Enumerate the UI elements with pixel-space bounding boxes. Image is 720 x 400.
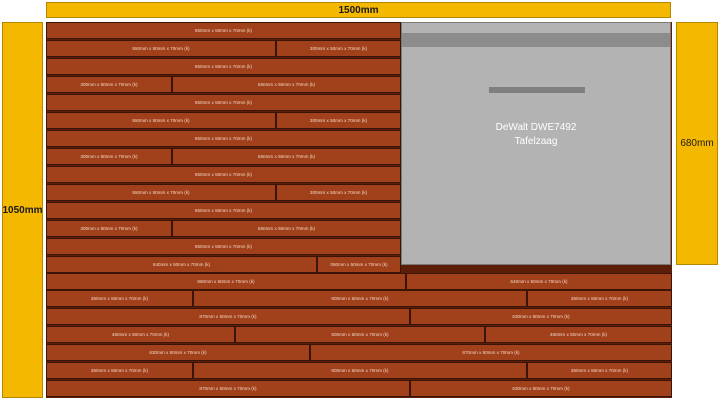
plank-label: 300mm x 50mm x 70mm (k) [309,118,368,123]
plank-label: 300mm x 50mm x 70mm (k) [80,154,138,159]
plank-label: 550mm x 50mm x 70mm (k) [132,118,190,123]
plank: 350mm x 50mm x 70mm (k) [46,362,193,379]
plank-label: 450mm x 50mm x 70mm (k) [549,332,608,337]
plank: 850mm x 50mm x 70mm (k) [46,130,401,147]
plank: 350mm x 50mm x 70mm (k) [527,290,672,307]
plank: 870mm x 50mm x 70mm (k) [310,344,672,361]
plank: 630mm x 50mm x 70mm (k) [410,308,672,325]
plank: 870mm x 50mm x 70mm (k) [46,308,410,325]
width-dimension-label: 1500mm [338,4,379,16]
width-dimension-bar: 1500mm [46,2,671,18]
plank: 630mm x 50mm x 70mm (k) [410,380,672,397]
plank: 550mm x 50mm x 70mm (k) [46,184,276,201]
plank-label: 350mm x 50mm x 70mm (k) [90,296,149,301]
plank-label: 600mm x 50mm x 70mm (k) [331,332,389,337]
plank-label: 850mm x 50mm x 70mm (k) [194,172,253,177]
plank-label: 550mm x 50mm x 70mm (k) [257,226,316,231]
plank: 300mm x 50mm x 70mm (k) [46,220,172,237]
saw-fence [402,33,670,47]
plank: 550mm x 50mm x 70mm (k) [172,220,401,237]
plank-label: 850mm x 50mm x 70mm (k) [194,208,253,213]
plank: 850mm x 50mm x 70mm (k) [46,58,401,75]
plank: 850mm x 50mm x 70mm (k) [46,238,401,255]
saw-blade-slot [489,87,585,93]
plank-label: 630mm x 50mm x 70mm (k) [512,386,570,391]
plank: 550mm x 50mm x 70mm (k) [172,148,401,165]
plank-label: 450mm x 50mm x 70mm (k) [111,332,170,337]
plank-label: 870mm x 50mm x 70mm (k) [462,350,520,355]
plank-label: 870mm x 50mm x 70mm (k) [199,314,257,319]
plank-label: 850mm x 50mm x 70mm (k) [194,28,253,33]
height-dimension-bar: 1050mm [2,22,43,398]
plank: 060mm x 50mm x 70mm (k) [317,256,401,273]
plank-label: 850mm x 50mm x 70mm (k) [194,64,253,69]
plank-label: 860mm x 50mm x 70mm (k) [197,279,255,284]
plank: 350mm x 50mm x 70mm (k) [527,362,672,379]
plank: 450mm x 50mm x 70mm (k) [485,326,672,343]
plank: 300mm x 50mm x 70mm (k) [276,40,401,57]
plank-label: 550mm x 50mm x 70mm (k) [257,82,316,87]
saw-depth-dimension-bar: 680mm [676,22,718,265]
plank-label: 350mm x 50mm x 70mm (k) [570,296,629,301]
plank-label: 060mm x 50mm x 70mm (k) [330,262,388,267]
plank: 550mm x 50mm x 70mm (k) [46,112,276,129]
plank-label: 550mm x 50mm x 70mm (k) [257,154,316,159]
plank-label: 300mm x 50mm x 70mm (k) [309,190,368,195]
plank: 350mm x 50mm x 70mm (k) [46,290,193,307]
plank: 600mm x 50mm x 70mm (k) [235,326,485,343]
table-saw: DeWalt DWE7492 Tafelzaag [401,22,671,265]
plank-label: 350mm x 50mm x 70mm (k) [90,368,149,373]
plank-label: 300mm x 50mm x 70mm (k) [80,82,138,87]
plank: 870mm x 50mm x 70mm (k) [46,380,410,397]
height-dimension-label: 1050mm [2,204,43,216]
plank: 550mm x 50mm x 70mm (k) [46,40,276,57]
plank-label: 870mm x 50mm x 70mm (k) [199,386,257,391]
plank: 850mm x 50mm x 70mm (k) [46,166,401,183]
plank: 850mm x 50mm x 70mm (k) [46,202,401,219]
plank-label: 850mm x 50mm x 70mm (k) [194,136,253,141]
plank-label: 640mm x 50mm x 70mm (k) [152,262,211,267]
plank: 800mm x 50mm x 70mm (k) [193,362,527,379]
plank-label: 550mm x 50mm x 70mm (k) [132,190,190,195]
plank-label: 550mm x 50mm x 70mm (k) [132,46,190,51]
plank-label: 800mm x 50mm x 70mm (k) [331,368,389,373]
plank: 300mm x 50mm x 70mm (k) [276,184,401,201]
table-saw-type: Tafelzaag [514,136,558,147]
plank: 800mm x 50mm x 70mm (k) [193,290,527,307]
plank-label: 300mm x 50mm x 70mm (k) [80,226,138,231]
plank: 850mm x 50mm x 70mm (k) [46,94,401,111]
plank: 850mm x 50mm x 70mm (k) [46,22,401,39]
plank-label: 350mm x 50mm x 70mm (k) [570,368,629,373]
plank: 550mm x 50mm x 70mm (k) [172,76,401,93]
plank: 300mm x 50mm x 70mm (k) [46,148,172,165]
plank: 860mm x 50mm x 70mm (k) [46,273,406,290]
plank-label: 640mm x 50mm x 70mm (k) [510,279,568,284]
plank-label: 850mm x 50mm x 70mm (k) [194,244,253,249]
plank-label: 300mm x 50mm x 70mm (k) [309,46,368,51]
plank: 300mm x 50mm x 70mm (k) [46,76,172,93]
plank: 300mm x 50mm x 70mm (k) [276,112,401,129]
saw-depth-dimension-label: 680mm [680,138,714,149]
plank-label: 850mm x 50mm x 70mm (k) [194,100,253,105]
plank: 640mm x 50mm x 70mm (k) [406,273,672,290]
table-saw-model: DeWalt DWE7492 [495,122,577,133]
plank: 630mm x 50mm x 70mm (k) [46,344,310,361]
plank: 450mm x 50mm x 70mm (k) [46,326,235,343]
plank-label: 630mm x 50mm x 70mm (k) [512,314,570,319]
plank: 640mm x 50mm x 70mm (k) [46,256,317,273]
table-saw-label: DeWalt DWE7492 Tafelzaag [402,121,670,149]
plank-label: 800mm x 50mm x 70mm (k) [331,296,389,301]
plank-label: 630mm x 50mm x 70mm (k) [149,350,207,355]
